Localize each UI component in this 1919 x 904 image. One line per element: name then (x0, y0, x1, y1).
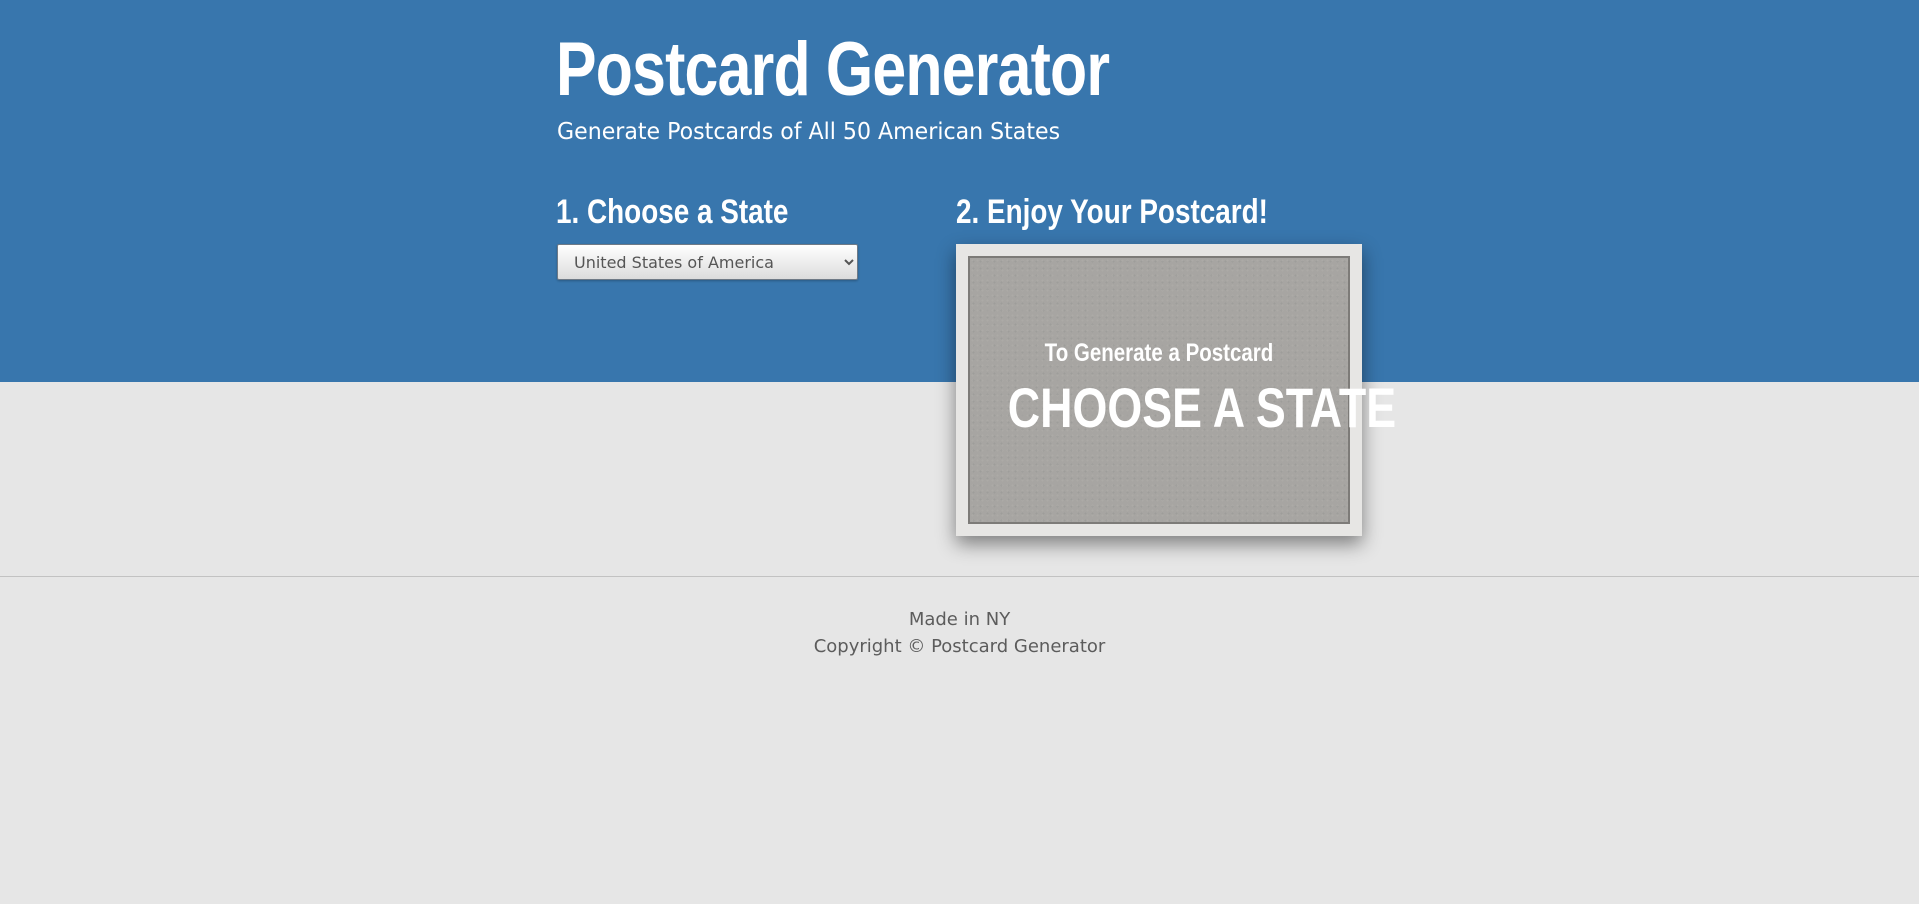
postcard: To Generate a Postcard CHOOSE A STATE (956, 244, 1397, 536)
footer-copyright: Copyright © Postcard Generator (813, 636, 1106, 657)
footer-made-in: Made in NY (908, 609, 1011, 630)
page-title: Postcard Generator (556, 27, 1110, 112)
footer-divider (0, 576, 1919, 577)
postcard-call-to-action: CHOOSE A STATE (1007, 376, 1397, 439)
enjoy-postcard-heading: 2. Enjoy Your Postcard! (956, 193, 1268, 231)
choose-state-heading: 1. Choose a State (556, 193, 789, 231)
postcard-face: To Generate a Postcard CHOOSE A STATE (968, 256, 1397, 524)
postcard-instruction: To Generate a Postcard (1044, 339, 1274, 367)
state-select[interactable]: United States of America (557, 244, 858, 280)
page-subtitle: Generate Postcards of All 50 American St… (557, 119, 1061, 145)
